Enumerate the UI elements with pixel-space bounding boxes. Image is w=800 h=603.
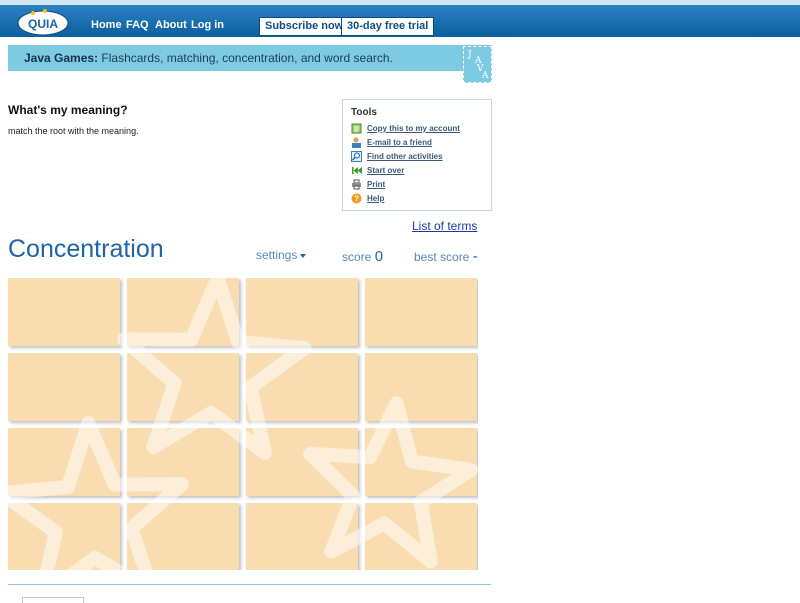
card-4[interactable] (365, 278, 477, 346)
tool-label[interactable]: Start over (367, 166, 404, 175)
list-of-terms-link[interactable]: List of terms (412, 219, 477, 233)
card-12[interactable] (365, 428, 477, 496)
tool-label[interactable]: Help (367, 194, 384, 203)
card-15[interactable] (246, 503, 358, 570)
logo-text: QUIA (28, 17, 58, 31)
quia-logo[interactable]: QUIA (16, 7, 70, 37)
card-11[interactable] (246, 428, 358, 496)
copy-icon (351, 123, 362, 134)
settings-dropdown[interactable]: settings (256, 248, 307, 262)
tool-label[interactable]: Find other activities (367, 152, 443, 161)
tools-title: Tools (351, 107, 377, 118)
card-13[interactable] (8, 503, 120, 570)
banner-text: Java Games: Flashcards, matching, concen… (24, 51, 393, 65)
tool-label[interactable]: E-mail to a friend (367, 138, 432, 147)
rewind-icon (352, 167, 362, 174)
top-navigation-bar: QUIA Home FAQ About Log in Subscribe now… (0, 0, 800, 37)
card-5[interactable] (8, 353, 120, 421)
java-icon: J A V A (463, 46, 492, 83)
tool-label[interactable]: Copy this to my account (367, 124, 460, 133)
card-1[interactable] (8, 278, 120, 346)
footer-element (22, 597, 84, 603)
score-value: 0 (374, 248, 384, 265)
card-8[interactable] (365, 353, 477, 421)
card-6[interactable] (127, 353, 239, 421)
banner-description: Flashcards, matching, concentration, and… (98, 51, 393, 65)
activity-description: match the root with the meaning. (8, 126, 139, 136)
banner-bold-label: Java Games: (24, 51, 99, 65)
svg-text:?: ? (354, 195, 359, 204)
tools-panel: Tools Copy this to my account E-mail to … (342, 99, 492, 211)
email-icon (352, 137, 361, 148)
best-score-display: best score - (414, 248, 478, 265)
score-label: score (342, 250, 372, 264)
java-letter: J (468, 50, 472, 60)
print-icon (352, 179, 361, 190)
help-icon: ? (351, 193, 362, 204)
score-display: score 0 (342, 248, 383, 265)
card-16[interactable] (365, 503, 477, 570)
best-score-value: - (472, 248, 478, 265)
card-9[interactable] (8, 428, 120, 496)
card-3[interactable] (246, 278, 358, 346)
activity-title: What's my meaning? (8, 103, 128, 117)
subscribe-button[interactable]: Subscribe now (259, 17, 350, 36)
java-letter: A (482, 71, 489, 81)
nav-login-link[interactable]: Log in (191, 19, 224, 31)
java-games-banner: Java Games: Flashcards, matching, concen… (8, 45, 492, 71)
best-score-label: best score (414, 250, 470, 264)
card-10[interactable] (127, 428, 239, 496)
nav-faq-link[interactable]: FAQ (126, 19, 149, 31)
card-14[interactable] (127, 503, 239, 570)
nav-home-link[interactable]: Home (91, 19, 122, 31)
tool-label[interactable]: Print (367, 180, 385, 189)
chevron-down-icon (300, 253, 307, 258)
settings-label[interactable]: settings (256, 248, 297, 262)
card-7[interactable] (246, 353, 358, 421)
game-title: Concentration (8, 235, 164, 263)
card-grid (8, 278, 478, 570)
find-icon (351, 151, 362, 162)
free-trial-button[interactable]: 30-day free trial (341, 17, 435, 36)
nav-about-link[interactable]: About (155, 19, 187, 31)
card-2[interactable] (127, 278, 239, 346)
content-divider (8, 584, 491, 585)
